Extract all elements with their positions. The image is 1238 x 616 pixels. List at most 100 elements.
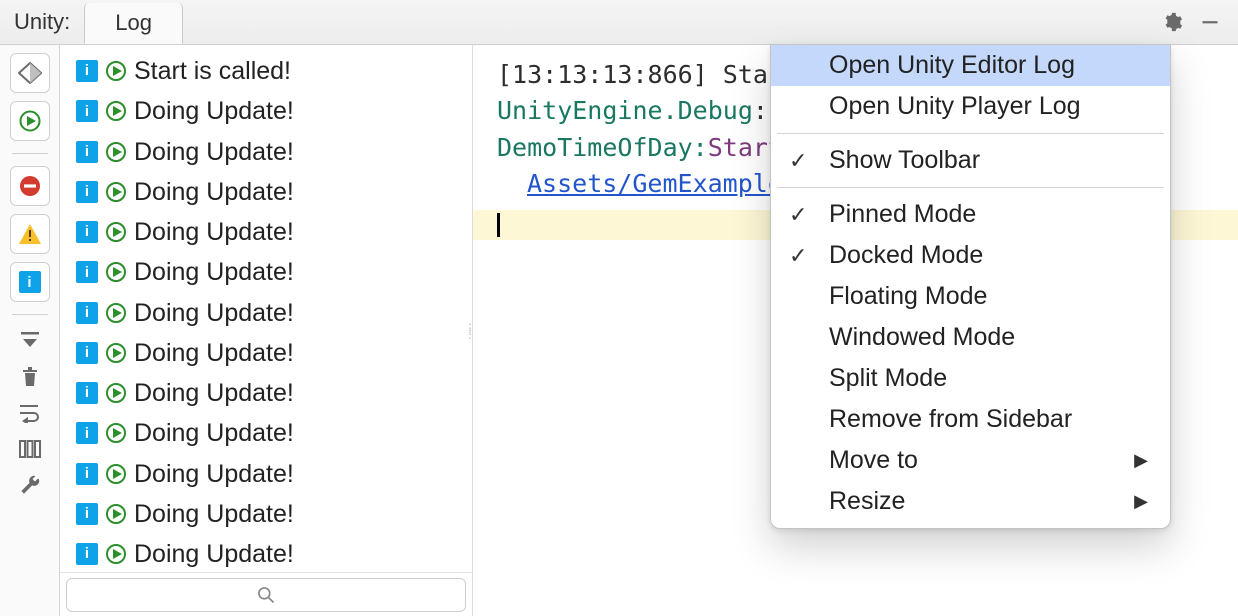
- log-row[interactable]: i Start is called!: [60, 51, 472, 91]
- play-icon: [104, 502, 128, 526]
- check-icon: ✓: [789, 202, 807, 228]
- info-icon: i: [76, 261, 98, 283]
- chevron-right-icon: ▶: [1134, 450, 1148, 471]
- info-icon: i: [76, 382, 98, 404]
- trash-icon[interactable]: [16, 363, 44, 391]
- detail-class: DemoTimeOfDay: [497, 133, 693, 162]
- rail-warning-button[interactable]: [10, 214, 50, 254]
- menu-open-editor-log[interactable]: Open Unity Editor Log: [771, 45, 1170, 86]
- menu-move-to[interactable]: Move to ▶: [771, 440, 1170, 481]
- play-icon: [104, 59, 128, 83]
- play-icon: [104, 220, 128, 244]
- log-text: Doing Update!: [134, 335, 294, 371]
- menu-floating-mode[interactable]: Floating Mode: [771, 276, 1170, 317]
- info-icon: i: [76, 141, 98, 163]
- log-row[interactable]: iDoing Update!: [60, 454, 472, 494]
- log-row[interactable]: i Doing Update!: [60, 333, 472, 373]
- menu-label: Pinned Mode: [829, 200, 976, 229]
- play-icon: [104, 341, 128, 365]
- play-icon: [104, 381, 128, 405]
- menu-label: Resize: [829, 487, 905, 516]
- detail-timestamp: [13:13:13:866]: [497, 60, 708, 89]
- info-icon: i: [19, 271, 41, 293]
- tab-log[interactable]: Log: [84, 3, 183, 44]
- log-text: Doing Update!: [134, 174, 294, 210]
- info-icon: i: [76, 543, 98, 565]
- play-icon: [104, 180, 128, 204]
- menu-windowed-mode[interactable]: Windowed Mode: [771, 317, 1170, 358]
- search-icon: [256, 585, 276, 605]
- menu-show-toolbar[interactable]: ✓ Show Toolbar: [771, 140, 1170, 181]
- tab-log-label: Log: [115, 10, 152, 36]
- log-row[interactable]: i Doing Update!: [60, 212, 472, 252]
- scroll-to-end-icon[interactable]: [16, 327, 44, 355]
- info-icon: i: [76, 503, 98, 525]
- rail-info-button[interactable]: i: [10, 262, 50, 302]
- check-icon: ✓: [789, 243, 807, 269]
- log-text: Doing Update!: [134, 254, 294, 290]
- log-row[interactable]: i Doing Update!: [60, 172, 472, 212]
- wrench-icon[interactable]: [16, 471, 44, 499]
- detail-source-link[interactable]: Assets/GemExample: [527, 169, 783, 198]
- play-icon: [104, 301, 128, 325]
- rail-unity-button[interactable]: [10, 53, 50, 93]
- log-list: i Start is called! i Doing Update! i Doing …: [60, 45, 472, 572]
- minimize-icon[interactable]: [1198, 10, 1222, 34]
- menu-label: Split Mode: [829, 364, 947, 393]
- info-icon: i: [76, 221, 98, 243]
- columns-icon[interactable]: [16, 435, 44, 463]
- log-row[interactable]: i Doing Update!: [60, 373, 472, 413]
- play-icon: [104, 99, 128, 123]
- info-icon: i: [76, 342, 98, 364]
- menu-separator: [777, 133, 1164, 134]
- menu-remove-from-sidebar[interactable]: Remove from Sidebar: [771, 399, 1170, 440]
- menu-separator: [777, 187, 1164, 188]
- left-icon-rail: i: [0, 45, 60, 616]
- log-row[interactable]: i Doing Update!: [60, 494, 472, 534]
- gear-popup-menu: Open Unity Editor Log Open Unity Player …: [770, 44, 1171, 529]
- menu-label: Floating Mode: [829, 282, 987, 311]
- rail-error-button[interactable]: [10, 166, 50, 206]
- menu-resize[interactable]: Resize ▶: [771, 481, 1170, 522]
- log-text: Doing Update!: [134, 134, 294, 170]
- chevron-right-icon: ▶: [1134, 491, 1148, 512]
- log-row[interactable]: i Doing Update!: [60, 534, 472, 572]
- menu-pinned-mode[interactable]: ✓ Pinned Mode: [771, 194, 1170, 235]
- log-text: Doing Update!: [134, 93, 294, 129]
- log-text: Doing Update!: [134, 375, 294, 411]
- menu-label: Remove from Sidebar: [829, 405, 1072, 434]
- log-row[interactable]: iDoing Update!: [60, 293, 472, 333]
- log-row[interactable]: i Doing Update!: [60, 413, 472, 453]
- gear-icon[interactable]: [1160, 10, 1184, 34]
- menu-label: Open Unity Editor Log: [829, 51, 1075, 80]
- check-icon: ✓: [789, 148, 807, 174]
- info-icon: i: [76, 100, 98, 122]
- info-icon: i: [76, 181, 98, 203]
- text-caret: [497, 213, 500, 237]
- log-text: Doing Update!: [134, 214, 294, 250]
- log-row[interactable]: i Doing Update!: [60, 132, 472, 172]
- menu-label: Move to: [829, 446, 918, 475]
- menu-label: Docked Mode: [829, 241, 983, 270]
- info-icon: i: [76, 463, 98, 485]
- log-text: Start is called!: [134, 53, 291, 89]
- log-text: Doing Update!: [134, 415, 294, 451]
- log-row[interactable]: i Doing Update!: [60, 91, 472, 131]
- info-icon: i: [76, 422, 98, 444]
- info-icon: i: [76, 60, 98, 82]
- play-icon: [104, 542, 128, 566]
- menu-label: Windowed Mode: [829, 323, 1015, 352]
- menu-split-mode[interactable]: Split Mode: [771, 358, 1170, 399]
- log-text: Doing Update!: [134, 536, 294, 572]
- menu-docked-mode[interactable]: ✓ Docked Mode: [771, 235, 1170, 276]
- play-icon: [104, 260, 128, 284]
- log-list-panel: i Start is called! i Doing Update! i Doing …: [60, 45, 473, 616]
- window-category-label: Unity:: [0, 0, 84, 44]
- search-input[interactable]: [66, 578, 466, 612]
- log-row[interactable]: i Doing Update!: [60, 252, 472, 292]
- menu-open-player-log[interactable]: Open Unity Player Log: [771, 86, 1170, 127]
- log-text: Doing Update!: [134, 295, 294, 331]
- rail-play-button[interactable]: [10, 101, 50, 141]
- log-text: Doing Update!: [134, 496, 294, 532]
- wrap-lines-icon[interactable]: [16, 399, 44, 427]
